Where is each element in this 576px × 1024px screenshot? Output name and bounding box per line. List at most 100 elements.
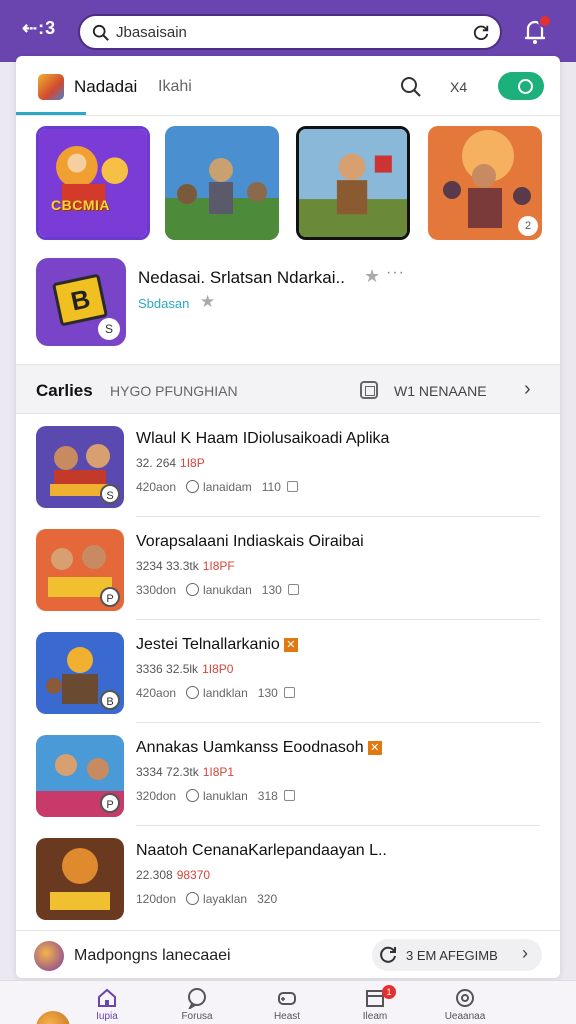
refresh-icon xyxy=(380,946,396,963)
nav-label: Ueaanaa xyxy=(444,1011,486,1022)
app-meta-tag: 1I8P0 xyxy=(202,662,234,676)
back-button[interactable]: ⇠:3 xyxy=(22,18,56,39)
game-tile[interactable]: 2 xyxy=(428,126,542,240)
app-icon-badge: S xyxy=(100,484,120,504)
store-panel: Nadadai Ikahi X4 CBCMIA 2 B S Nedasai. S… xyxy=(16,56,560,978)
square-icon xyxy=(283,790,295,801)
featured-icon-letter: B xyxy=(68,283,93,317)
search-input[interactable]: Jbasaisain xyxy=(116,24,187,41)
featured-app-subtitle: Sbdasan xyxy=(138,296,190,311)
app-stats: 120don layaklan 320 xyxy=(136,892,278,906)
bottom-navigation: Iupia Forusa Heast 1 Ileam Ueaanaa xyxy=(0,980,576,1024)
avatar[interactable] xyxy=(34,941,64,971)
header-search-icon[interactable] xyxy=(400,76,422,98)
nav-badge: 1 xyxy=(382,985,396,999)
list-item[interactable]: S Wlaul K Haam IDiolusaikoadi Aplika 32.… xyxy=(16,414,560,517)
flag-icon: ✕ xyxy=(283,638,298,652)
panel-subtitle: Ikahi xyxy=(158,78,192,95)
app-art-image xyxy=(36,838,124,920)
avatar[interactable] xyxy=(36,1011,70,1024)
refresh-icon[interactable] xyxy=(472,24,490,42)
app-icon xyxy=(36,838,124,920)
comment-icon xyxy=(186,686,200,699)
star-icon[interactable]: ★ xyxy=(364,266,380,287)
list-item[interactable]: P Annakas Uamkanss Eoodnasoh ✕ 3334 72.3t… xyxy=(16,723,560,826)
list-item[interactable]: B Jestei Telnallarkanio ✕ 3336 32.5lk 1I8P… xyxy=(16,620,560,723)
nav-label: Iupia xyxy=(96,1011,118,1022)
notification-badge xyxy=(538,14,552,28)
nav-item-forum[interactable]: Forusa xyxy=(162,987,232,1024)
game-tile[interactable] xyxy=(296,126,410,240)
featured-app-name: Nedasai. Srlatsan Ndarkai.. xyxy=(138,268,345,287)
featured-icon-badge: S xyxy=(98,318,120,340)
app-icon: P xyxy=(36,529,124,611)
featured-app[interactable]: B S Nedasai. Srlatsan Ndarkai.. ★ ··· Sb… xyxy=(36,258,540,348)
settings-icon xyxy=(456,989,474,1007)
app-stats: 420aon lanaidam 110 xyxy=(136,480,298,494)
app-stats: 330don lanukdan 130 xyxy=(136,583,299,597)
flag-icon: ✕ xyxy=(367,741,382,755)
game-art-image xyxy=(39,129,147,237)
nav-item-ileam[interactable]: 1 Ileam xyxy=(340,985,410,1024)
search-bar[interactable]: Jbasaisain xyxy=(78,14,502,50)
app-meta-tag: 98370 xyxy=(176,868,211,882)
app-meta: 3234 33.3tk 1I8PF xyxy=(136,559,235,573)
section-right-label[interactable]: W1 NENAANE xyxy=(394,383,487,399)
app-meta: 3336 32.5lk 1I8P0 xyxy=(136,662,234,676)
nav-label: Ileam xyxy=(362,1011,388,1022)
top-app-bar: ⇠:3 Jbasaisain xyxy=(0,0,576,62)
app-name: Naatoh CenanaKarlepandaayan L.. xyxy=(136,842,387,859)
comment-icon xyxy=(186,892,200,905)
nav-label: Forusa xyxy=(181,1011,213,1022)
footer-action-button[interactable]: 3 EM AFEGIMB › xyxy=(372,939,542,971)
chevron-right-icon[interactable]: › xyxy=(524,378,531,401)
app-icon-badge: P xyxy=(100,793,120,813)
tile-badge: 2 xyxy=(518,216,538,236)
app-name: Vorapsalaani Indiaskais Oiraibai xyxy=(136,533,364,550)
panel-header: Nadadai Ikahi X4 xyxy=(16,56,560,116)
app-meta: 22.308 98370 xyxy=(136,868,211,882)
chat-icon xyxy=(188,988,206,1009)
panel-title: Nadadai xyxy=(74,77,138,96)
app-logo-icon xyxy=(38,74,64,100)
app-name: Wlaul K Haam IDiolusaikoadi Aplika xyxy=(136,430,390,447)
featured-app-icon: B S xyxy=(36,258,126,346)
game-tile[interactable]: CBCMIA xyxy=(36,126,150,240)
app-name: Jestei Telnallarkanio ✕ xyxy=(136,636,298,654)
nav-item-heast[interactable]: Heast xyxy=(252,987,322,1024)
app-meta-tag: 1I8P1 xyxy=(202,765,235,779)
nav-label: Heast xyxy=(273,1011,301,1022)
filter-icon[interactable] xyxy=(360,381,378,399)
home-icon xyxy=(98,988,116,1007)
app-meta-tag: 1I8PF xyxy=(202,559,235,573)
header-count: X4 xyxy=(450,79,468,95)
more-options-icon[interactable]: ··· xyxy=(386,264,405,282)
active-tab-indicator xyxy=(16,112,86,115)
app-icon: S xyxy=(36,426,124,508)
gamepad-icon xyxy=(278,992,296,1005)
app-icon-badge: B xyxy=(100,690,120,710)
nav-item-home[interactable]: Iupia xyxy=(72,987,142,1024)
section-subtitle: HYGO PFUNGHIAN xyxy=(110,383,238,399)
square-icon xyxy=(283,687,295,698)
footer-text: Madpongns lanecaaei xyxy=(74,947,231,964)
nav-item-profile[interactable]: Ueaanaa xyxy=(430,987,500,1024)
game-tile[interactable] xyxy=(165,126,279,240)
list-item[interactable]: P Vorapsalaani Indiaskais Oiraibai 3234 … xyxy=(16,517,560,620)
app-icon: B xyxy=(36,632,124,714)
section-header[interactable]: Carlies HYGO PFUNGHIAN W1 NENAANE › xyxy=(16,364,560,414)
app-stats: 420aon landklan 130 xyxy=(136,686,295,700)
square-icon xyxy=(286,481,298,492)
chevron-right-icon: › xyxy=(522,943,528,963)
app-stats: 320don lanuklan 318 xyxy=(136,789,295,803)
app-icon: P xyxy=(36,735,124,817)
list-item[interactable]: Naatoh CenanaKarlepandaayan L.. 22.308 98… xyxy=(16,826,560,929)
comment-icon xyxy=(186,583,200,596)
footer-button-label: 3 EM AFEGIMB xyxy=(406,948,498,963)
header-toggle[interactable] xyxy=(498,72,544,100)
comment-icon xyxy=(186,480,200,493)
tile-label: CBCMIA xyxy=(51,197,110,213)
square-icon xyxy=(287,584,299,595)
app-meta: 32. 264 1I8P xyxy=(136,456,205,470)
star-icon[interactable]: ★ xyxy=(200,292,215,312)
